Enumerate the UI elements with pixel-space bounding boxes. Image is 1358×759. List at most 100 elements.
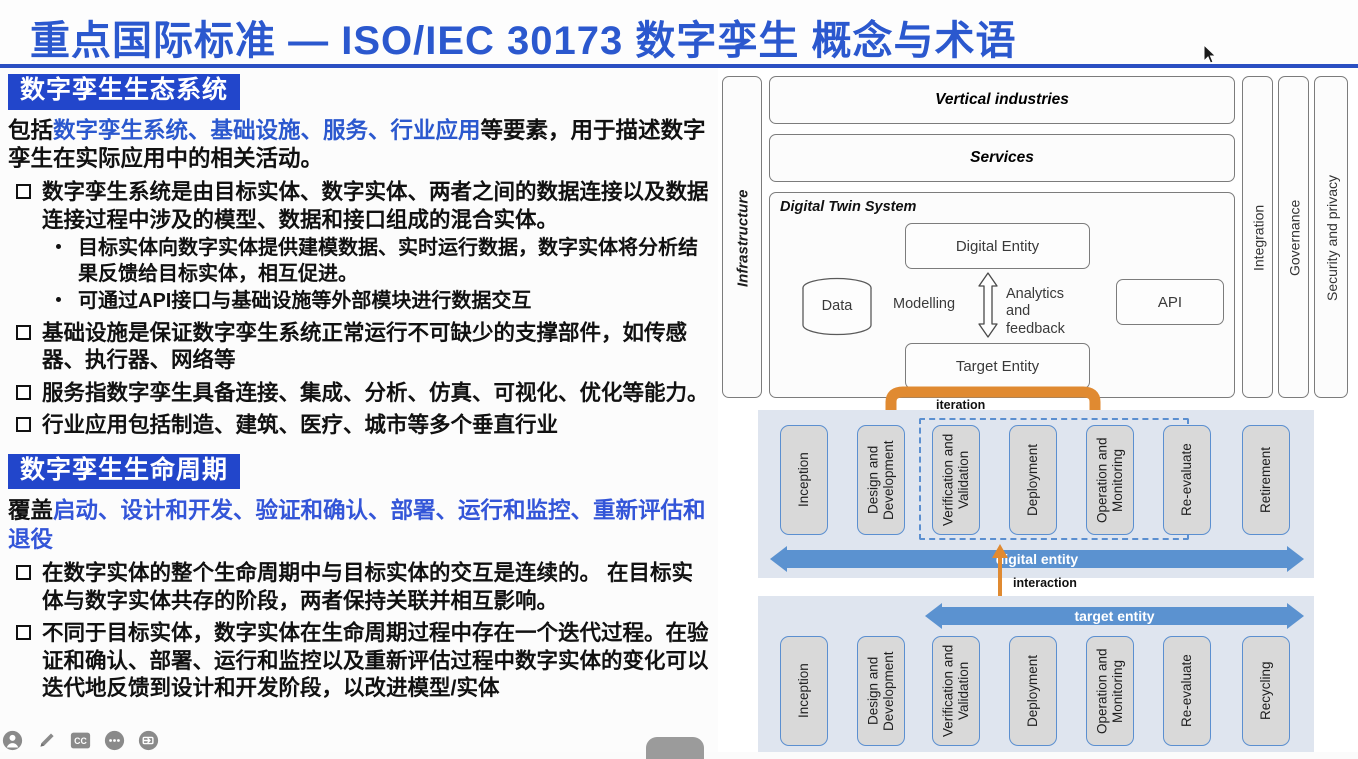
stage-box-target-deployment: Deployment [1009,636,1057,746]
person-icon[interactable] [2,730,23,751]
list-item: 基础设施是保证数字孪生系统正常运行不可缺少的支撑部件，如传感器、执行器、网络等 [8,320,710,375]
stage-box-target-operation-and-monitoring: Operation and Monitoring [1086,636,1134,746]
infrastructure-column: Infrastructure [722,76,762,398]
ecosystem-lead-highlight: 数字孪生系统、基础设施、服务、行业应用 [53,117,481,143]
layer-services: Services [769,134,1235,182]
section-badge-ecosystem: 数字孪生生态系统 [8,74,241,110]
closed-caption-icon[interactable]: CC [70,730,91,751]
stage-label: Recycling [1258,661,1274,721]
list-item-text: 在数字实体的整个生命周期中与目标实体的交互是连续的。 在目标实体与数字实体共存的… [42,561,693,613]
stage-label: Deployment [1025,443,1041,517]
list-item-text: 目标实体向数字实体提供建模数据、实时运行数据，数字实体将分析结果反馈给目标实体，… [78,237,698,285]
stage-box-digital-design-and-development: Design and Development [857,425,905,535]
list-item: 不同于目标实体，数字实体在生命周期过程中存在一个迭代过程。在验证和确认、部署、运… [8,620,710,703]
stage-label: Re-evaluate [1179,443,1195,517]
dot-bullet-icon [56,297,61,303]
target-entity-arrow: target entity [925,603,1304,629]
square-bullet-icon [16,565,31,581]
digital-twin-system-label: Digital Twin System [780,199,917,215]
list-item: 数字孪生系统是由目标实体、数字实体、两者之间的数据连接以及数据连接过程中涉及的模… [8,179,710,234]
stage-box-digital-inception: Inception [780,425,828,535]
node-digital-entity: Digital Entity [905,223,1090,269]
list-item: 目标实体向数字实体提供建模数据、实时运行数据，数字实体将分析结果反馈给目标实体，… [48,236,710,287]
stage-label: Verification and Validation [940,644,971,738]
list-item: 服务指数字孪生具备连接、集成、分析、仿真、可视化、优化等能力。 [8,380,710,408]
modelling-feedback-arrow-icon [978,272,998,338]
ecosystem-lead-prefix: 包括 [8,117,54,143]
ecosystem-lead-paragraph: 包括数字孪生系统、基础设施、服务、行业应用等要素，用于描述数字孪生在实际应用中的… [8,117,710,175]
stage-box-target-recycling: Recycling [1242,636,1290,746]
column-governance: Governance [1278,76,1309,398]
square-bullet-icon [16,324,31,340]
layer-label: Services [970,149,1034,166]
pencil-icon[interactable] [37,730,58,751]
list-item-text: 基础设施是保证数字孪生系统正常运行不可缺少的支撑部件，如传感器、执行器、网络等 [42,320,688,373]
mouse-cursor-icon [1203,44,1217,64]
digital-entity-label: digital entity [995,551,1079,567]
digital-twin-system-container: Digital Twin System Digital Entity Model… [769,192,1235,398]
lifecycle-lead-highlight: 启动、设计和开发、验证和确认、部署、运行和监控、重新评估和退役 [8,498,706,553]
square-bullet-icon [16,384,31,400]
stage-box-digital-deployment: Deployment [1009,425,1057,535]
column-integration: Integration [1242,76,1273,398]
stage-label: Re-evaluate [1179,654,1195,728]
layer-vertical-industries: Vertical industries [769,76,1235,124]
node-label: Digital Entity [955,237,1040,255]
ecosystem-bullet-list: 数字孪生系统是由目标实体、数字实体、两者之间的数据连接以及数据连接过程中涉及的模… [0,179,718,440]
stage-box-target-inception: Inception [780,636,828,746]
stage-label: Operation and Monitoring [1094,437,1125,523]
stage-label: Design and Development [865,440,896,520]
stage-box-target-re-evaluate: Re-evaluate [1163,636,1211,746]
emoji-icon[interactable] [104,730,125,751]
list-item-text: 行业应用包括制造、建筑、医疗、城市等多个垂直行业 [42,413,559,438]
node-target-entity: Target Entity [905,343,1090,389]
layer-label: Vertical industries [935,91,1069,108]
node-label: API [1157,293,1183,311]
column-label: Governance [1286,199,1303,277]
data-label: Data [821,298,853,314]
stage-label: Operation and Monitoring [1094,648,1125,734]
list-item-text: 数字孪生系统是由目标实体、数字实体、两者之间的数据连接以及数据连接过程中涉及的模… [42,180,709,232]
slide-title-bar: 重点国际标准 — ISO/IEC 30173 数字孪生 概念与术语 [0,0,1358,66]
stage-box-digital-re-evaluate: Re-evaluate [1163,425,1211,535]
stage-box-digital-operation-and-monitoring: Operation and Monitoring [1086,425,1134,535]
square-bullet-icon [16,417,31,433]
page-title: 重点国际标准 — ISO/IEC 30173 数字孪生 概念与术语 [30,19,1017,63]
node-api: API [1116,279,1224,325]
lifecycle-bullet-list: 在数字实体的整个生命周期中与目标实体的交互是连续的。 在目标实体与数字实体共存的… [0,560,718,703]
time-badge [646,737,704,759]
node-label: Target Entity [955,357,1040,375]
stage-label: Deployment [1025,654,1041,728]
stage-label: Design and Development [865,651,896,731]
list-item-text: 服务指数字孪生具备连接、集成、分析、仿真、可视化、优化等能力。 [42,380,709,405]
list-item: 行业应用包括制造、建筑、医疗、城市等多个垂直行业 [8,412,710,440]
interaction-label: interaction [1013,576,1077,590]
analytics-feedback-label: Analytics and feedback [1006,286,1065,337]
stage-label: Verification and Validation [940,433,971,527]
stage-label: Retirement [1258,446,1274,514]
list-item-text: 不同于目标实体，数字实体在生命周期过程中存在一个迭代过程。在验证和确认、部署、运… [42,621,709,701]
infrastructure-label: Infrastructure [734,189,752,287]
stage-box-target-design-and-development: Design and Development [857,636,905,746]
architecture-diagram: Infrastructure Vertical industries Servi… [718,68,1358,752]
target-entity-label: target entity [1074,608,1155,624]
section-badge-lifecycle: 数字孪生生命周期 [8,453,241,490]
list-item-text: 可通过API接口与基础设施等外部模块进行数据交互 [78,290,532,313]
list-item: 可通过API接口与基础设施等外部模块进行数据交互 [48,289,710,315]
lifecycle-lead-paragraph: 覆盖启动、设计和开发、验证和确认、部署、运行和监控、重新评估和退役 [8,497,710,555]
list-item: 在数字实体的整个生命周期中与目标实体的交互是连续的。 在目标实体与数字实体共存的… [8,560,710,615]
square-bullet-icon [16,625,31,641]
column-label: Security and privacy [1324,174,1340,302]
share-screen-icon[interactable] [138,730,159,751]
svg-text:CC: CC [74,736,87,746]
stage-box-digital-retirement: Retirement [1242,425,1290,535]
column-label: Integration [1250,204,1267,272]
modelling-label: Modelling [893,296,956,312]
stage-label: Inception [796,663,812,719]
dot-bullet-icon [56,244,61,250]
lifecycle-lead-prefix: 覆盖 [8,498,54,524]
square-bullet-icon [16,184,31,200]
stage-label: Inception [796,452,812,508]
column-security-and-privacy: Security and privacy [1314,76,1348,398]
bottom-toolbar: CC [0,730,718,752]
